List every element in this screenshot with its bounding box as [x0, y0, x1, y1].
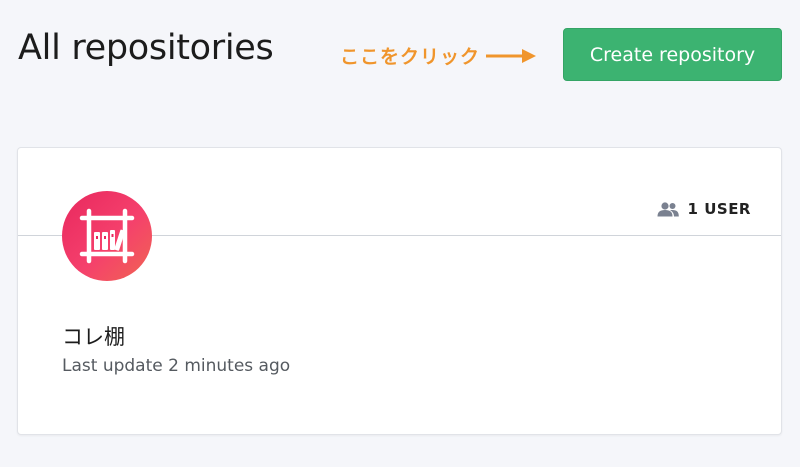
arrow-right-icon [486, 48, 537, 63]
page: All repositories ここをクリック Create reposito… [0, 0, 800, 467]
repository-card[interactable]: 1 USER コレ棚 Last update 2 minutes ago [17, 147, 782, 435]
user-count-badge: 1 USER [656, 200, 751, 218]
users-icon [657, 202, 679, 217]
repository-avatar [62, 191, 152, 281]
page-title: All repositories [18, 28, 274, 68]
repository-last-update: Last update 2 minutes ago [62, 356, 291, 376]
repository-name[interactable]: コレ棚 [62, 321, 125, 351]
annotation-callout: ここをクリック [340, 42, 537, 69]
user-count-label: 1 USER [687, 200, 751, 218]
bookshelf-icon [79, 208, 135, 264]
create-repository-button[interactable]: Create repository [563, 28, 782, 81]
annotation-text: ここをクリック [340, 46, 481, 68]
